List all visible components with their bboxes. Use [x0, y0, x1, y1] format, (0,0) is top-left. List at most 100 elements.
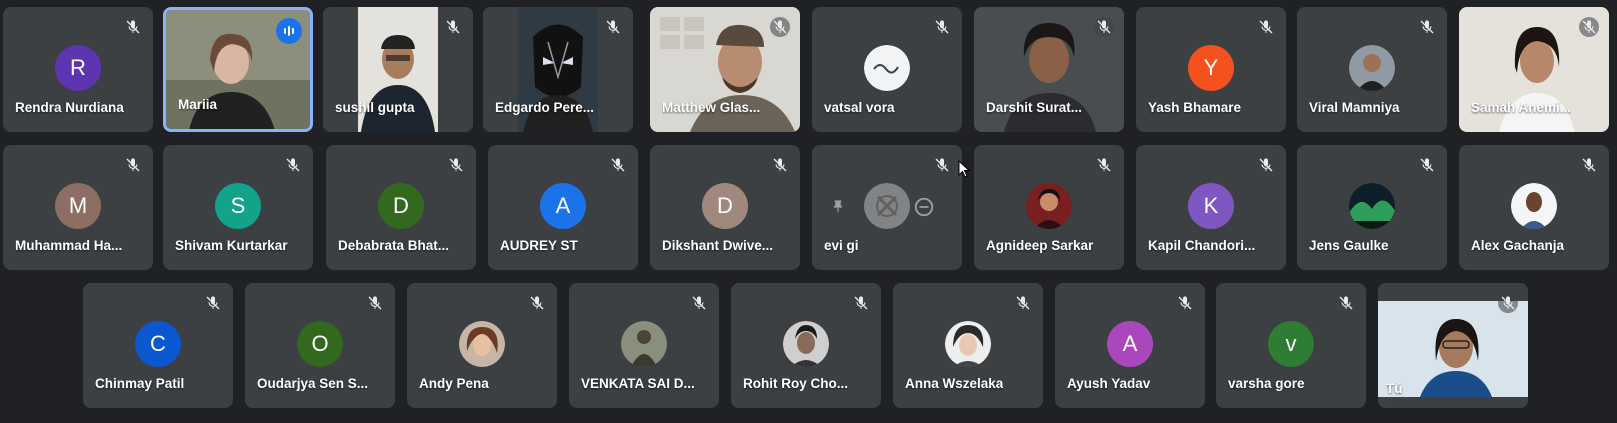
avatar — [783, 321, 829, 367]
participant-name: Rohit Roy Cho... — [743, 376, 848, 391]
audio-level-icon — [276, 18, 302, 44]
mic-off-icon — [446, 155, 466, 175]
participant-tile[interactable]: R Rendra Nurdiana — [3, 7, 153, 132]
participant-tile[interactable]: S Shivam Kurtarkar — [163, 145, 313, 270]
mic-off-icon — [283, 155, 303, 175]
participant-tile[interactable]: Andy Pena — [407, 283, 557, 408]
mic-off-icon — [1256, 155, 1276, 175]
participant-name: Matthew Glas... — [662, 100, 761, 115]
mic-off-icon — [1579, 17, 1599, 37]
participant-tile[interactable]: A Ayush Yadav — [1055, 283, 1205, 408]
avatar: S — [215, 183, 261, 229]
mic-off-icon — [1498, 293, 1518, 313]
participant-name: AUDREY ST — [500, 238, 578, 253]
avatar: K — [1188, 183, 1234, 229]
participant-tile[interactable]: Alex Gachanja — [1459, 145, 1609, 270]
pin-icon[interactable] — [824, 193, 852, 221]
participant-name: Chinmay Patil — [95, 376, 185, 391]
mic-off-icon — [1094, 17, 1114, 37]
participant-name: Rendra Nurdiana — [15, 100, 124, 115]
avatar: R — [55, 45, 101, 91]
participant-name: Anna Wszelaka — [905, 376, 1004, 391]
mic-off-icon — [1417, 17, 1437, 37]
mic-off-icon — [527, 293, 547, 313]
participant-name: Agnideep Sarkar — [986, 238, 1094, 253]
mic-off-icon — [1094, 155, 1114, 175]
participant-name: Oudarjya Sen S... — [257, 376, 369, 391]
mic-off-icon — [851, 293, 871, 313]
self-name: Tú — [1386, 381, 1403, 396]
mic-off-icon — [203, 293, 223, 313]
participant-tile[interactable]: vatsal vora — [812, 7, 962, 132]
avatar — [864, 45, 910, 91]
avatar: v — [1268, 321, 1314, 367]
mic-off-icon — [1013, 293, 1033, 313]
participant-tile[interactable]: Jens Gaulke — [1297, 145, 1447, 270]
participant-tile[interactable]: Anna Wszelaka — [893, 283, 1043, 408]
participant-tile[interactable]: Y Yash Bhamare — [1136, 7, 1286, 132]
participant-tile[interactable]: K Kapil Chandori... — [1136, 145, 1286, 270]
avatar: D — [702, 183, 748, 229]
participant-tile[interactable]: Darshit Surat... — [974, 7, 1124, 132]
participant-name: VENKATA SAI D... — [581, 376, 695, 391]
avatar: A — [1107, 321, 1153, 367]
participant-tile[interactable]: VENKATA SAI D... — [569, 283, 719, 408]
participant-name: evi gi — [824, 238, 859, 253]
mic-off-icon — [123, 155, 143, 175]
participant-name: vatsal vora — [824, 100, 895, 115]
avatar: O — [297, 321, 343, 367]
mic-off-icon — [770, 155, 790, 175]
participant-name: Edgardo Pere... — [495, 100, 595, 115]
participant-tile[interactable]: A AUDREY ST — [488, 145, 638, 270]
participant-tile[interactable]: v varsha gore — [1216, 283, 1366, 408]
mic-off-icon — [932, 17, 952, 37]
participant-tile[interactable]: O Oudarjya Sen S... — [245, 283, 395, 408]
mic-off-icon — [1256, 17, 1276, 37]
avatar: Y — [1188, 45, 1234, 91]
participant-tile[interactable]: D Debabrata Bhat... — [326, 145, 476, 270]
participant-name: Jens Gaulke — [1309, 238, 1389, 253]
mic-off-icon — [365, 293, 385, 313]
participant-name: sushil gupta — [335, 100, 415, 115]
participant-name: Andy Pena — [419, 376, 489, 391]
mic-off-icon — [1579, 155, 1599, 175]
participant-name: Shivam Kurtarkar — [175, 238, 288, 253]
mic-off-icon — [123, 17, 143, 37]
participant-tile[interactable]: Mariia — [163, 7, 313, 132]
participant-tile[interactable]: C Chinmay Patil — [83, 283, 233, 408]
participant-name: Dikshant Dwive... — [662, 238, 774, 253]
participant-name: Darshit Surat... — [986, 100, 1083, 115]
mic-off-icon — [1175, 293, 1195, 313]
avatar — [945, 321, 991, 367]
avatar: D — [378, 183, 424, 229]
mic-off-icon — [1336, 293, 1356, 313]
avatar — [459, 321, 505, 367]
participant-name: Ayush Yadav — [1067, 376, 1151, 391]
mic-off-icon — [770, 17, 790, 37]
avatar — [1511, 183, 1557, 229]
self-view-tile[interactable]: Tú — [1378, 283, 1528, 408]
participant-tile[interactable]: D Dikshant Dwive... — [650, 145, 800, 270]
participant-tile[interactable]: Samah Anemi... — [1459, 7, 1609, 132]
participant-tile[interactable]: Viral Mamniya — [1297, 7, 1447, 132]
participant-tile[interactable]: M Muhammad Ha... — [3, 145, 153, 270]
participant-name: Samah Anemi... — [1471, 100, 1572, 115]
participant-tile[interactable]: Matthew Glas... — [650, 7, 800, 132]
avatar: C — [135, 321, 181, 367]
participant-name: Yash Bhamare — [1148, 100, 1242, 115]
mic-off-icon — [443, 17, 463, 37]
remove-icon[interactable] — [910, 193, 938, 221]
participant-tile[interactable]: Agnideep Sarkar — [974, 145, 1124, 270]
participant-tile[interactable]: Rohit Roy Cho... — [731, 283, 881, 408]
participant-name: Alex Gachanja — [1471, 238, 1565, 253]
mic-off-icon — [1417, 155, 1437, 175]
participant-name: varsha gore — [1228, 376, 1305, 391]
mic-off-icon — [608, 155, 628, 175]
avatar — [1026, 183, 1072, 229]
participant-tile[interactable]: sushil gupta — [323, 7, 473, 132]
mouse-cursor-icon — [958, 159, 971, 183]
participant-tile[interactable]: Edgardo Pere... — [483, 7, 633, 132]
avatar: A — [540, 183, 586, 229]
participant-name: Muhammad Ha... — [15, 238, 123, 253]
participant-tile[interactable]: evi gi — [812, 145, 962, 270]
